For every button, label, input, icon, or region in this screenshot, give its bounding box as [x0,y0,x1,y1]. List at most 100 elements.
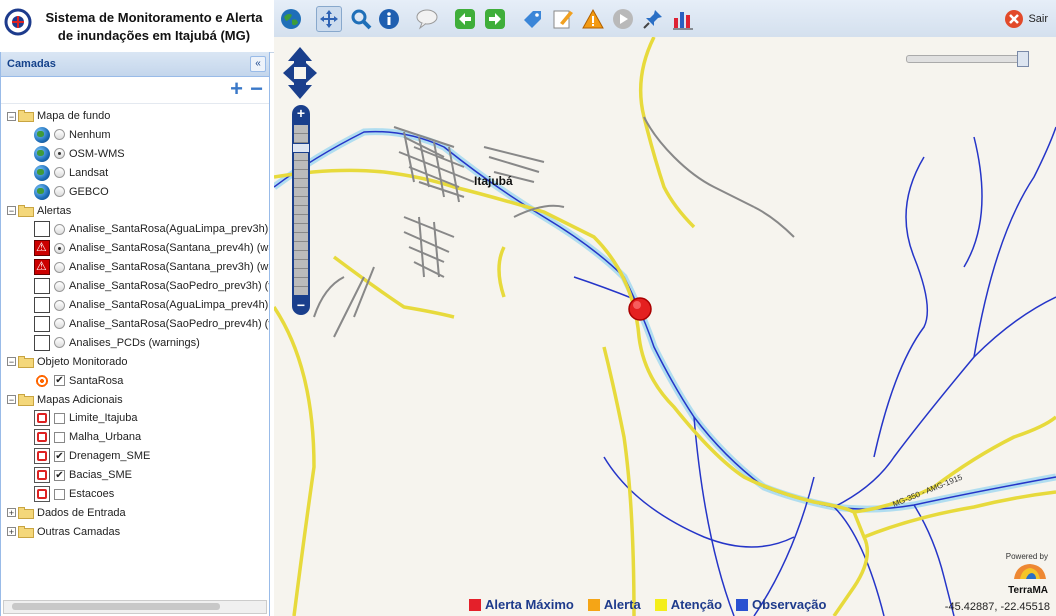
zoom-out-button[interactable]: − [294,298,308,313]
tree-layer[interactable]: Estacoes [34,485,114,503]
layer-radio[interactable] [54,167,65,179]
tree-layer[interactable]: Analises_PCDs (warnings) [34,334,200,352]
tree-layer[interactable]: ✔ SantaRosa [34,372,123,390]
tree-layer[interactable]: ✔ Drenagem_SME [34,447,150,465]
panel-title: Camadas [7,58,56,70]
chart-icon[interactable] [670,6,696,32]
scrollbar-thumb[interactable] [12,603,220,610]
layer-checkbox[interactable]: ✔ [54,450,65,462]
tree-layer[interactable]: Malha_Urbana [34,428,141,446]
layer-radio[interactable] [54,148,65,160]
tree-layer[interactable]: Landsat [34,164,108,182]
tree-layer[interactable]: Analise_SantaRosa(SaoPedro_prev4h) (v [34,315,269,333]
tree-group[interactable]: + Outras Camadas [7,523,120,541]
legend-swatch [736,598,749,611]
map-view[interactable]: MG-350 - AMG-1915 Itajubá + − Powered by… [274,37,1056,616]
collapse-toggle-icon[interactable]: − [7,206,16,216]
tree-layer[interactable]: Analise_SantaRosa(AguaLimpa_prev3h) ( [34,220,269,238]
pan-icon[interactable] [316,6,342,32]
tree-group-label: Alertas [37,204,72,217]
tree-layer[interactable]: Analise_SantaRosa(AguaLimpa_prev4h) ( [34,296,269,314]
collapse-toggle-icon[interactable]: − [7,395,16,405]
edit-icon[interactable] [550,6,576,32]
layer-radio[interactable] [54,280,65,292]
app-title-line2: de inundações em Itajubá (MG) [57,28,251,43]
layer-icon [34,410,50,427]
globe-icon[interactable] [278,6,304,32]
layer-icon [34,486,50,502]
tree-group[interactable]: + Dados de Entrada [7,504,126,522]
tree-layer-label: Analise_SantaRosa(SaoPedro_prev3h) (v [69,280,269,293]
tree-layer[interactable]: GEBCO [34,183,109,201]
add-layer-button[interactable]: + [230,78,243,100]
tree-layer[interactable]: Analise_SantaRosa(Santana_prev4h) (wa [34,239,269,257]
map-canvas: MG-350 - AMG-1915 [274,37,1056,616]
collapse-toggle-icon[interactable]: − [7,111,16,121]
layer-checkbox[interactable] [54,431,65,443]
layer-icon [34,429,50,446]
layer-icon [34,448,50,465]
remove-layer-button[interactable]: − [250,78,263,100]
layer-checkbox[interactable]: ✔ [54,375,65,387]
tree-layer[interactable]: ✔ Bacias_SME [34,466,132,484]
layer-radio[interactable] [54,261,65,273]
logout-label: Sair [1028,13,1048,25]
zoom-in-button[interactable]: + [294,106,308,121]
folder-icon [18,525,34,538]
tree-group[interactable]: − Objeto Monitorado [7,353,128,371]
legend-label: Observação [752,597,827,612]
alert-icon[interactable] [580,6,606,32]
pan-control[interactable] [282,45,318,101]
tree-layer-label: Drenagem_SME [69,450,151,463]
layer-radio[interactable] [54,299,65,311]
tree-layer[interactable]: Limite_Itajuba [34,409,138,427]
opacity-thumb[interactable] [1017,51,1029,67]
collapse-toggle-icon[interactable]: − [7,357,16,367]
opacity-slider[interactable] [906,51,1029,67]
zoom-icon[interactable] [348,6,374,32]
tree-layer[interactable]: Nenhum [34,126,111,144]
layer-tools: + − [1,77,269,104]
layer-radio[interactable] [54,186,65,198]
tree-layer-label: Bacias_SME [69,469,132,482]
layer-checkbox[interactable]: ✔ [54,469,65,481]
layer-radio[interactable] [54,129,65,141]
back-icon[interactable] [452,6,478,32]
expand-toggle-icon[interactable]: + [7,527,16,537]
forward-icon[interactable] [482,6,508,32]
collapse-panel-button[interactable]: « [250,56,266,72]
zoom-slider[interactable]: + − [292,105,310,315]
tree-group[interactable]: − Mapas Adicionais [7,391,123,409]
tree-layer[interactable]: OSM-WMS [34,145,125,163]
zoom-thumb[interactable] [292,143,310,153]
tree-group-label: Dados de Entrada [37,506,126,519]
logout-button[interactable]: Sair [1004,9,1048,29]
layer-radio[interactable] [54,318,65,330]
tag-icon[interactable] [520,6,546,32]
layer-radio[interactable] [54,223,65,235]
layer-checkbox[interactable] [54,488,65,500]
tree-layer[interactable]: Analise_SantaRosa(Santana_prev3h) (wa [34,258,269,276]
horizontal-scrollbar[interactable] [3,600,267,614]
terrama-brand: TerraMA [1008,585,1048,596]
blank-icon [34,221,50,238]
folder-icon [18,204,34,217]
target-icon [34,372,50,389]
layer-tree: − Mapa de fundo Nenhum OSM-WMS Landsat GEBCO −… [1,104,269,598]
layer-radio[interactable] [54,337,65,349]
tree-layer-label: SantaRosa [69,374,124,387]
legend-label: Alerta [603,597,641,612]
tree-layer[interactable]: Analise_SantaRosa(SaoPedro_prev3h) (v [34,277,269,295]
alert-marker[interactable] [628,297,652,321]
play-icon[interactable] [610,6,636,32]
info-icon[interactable] [376,6,402,32]
tree-group[interactable]: − Alertas [7,202,71,220]
expand-toggle-icon[interactable]: + [7,508,16,518]
logo [4,8,32,36]
tree-group[interactable]: − Mapa de fundo [7,107,110,125]
layer-radio[interactable] [54,242,65,254]
comment-icon[interactable] [414,6,440,32]
layer-checkbox[interactable] [54,412,65,424]
terrama-logo [1014,564,1046,579]
pin-icon[interactable] [640,6,666,32]
